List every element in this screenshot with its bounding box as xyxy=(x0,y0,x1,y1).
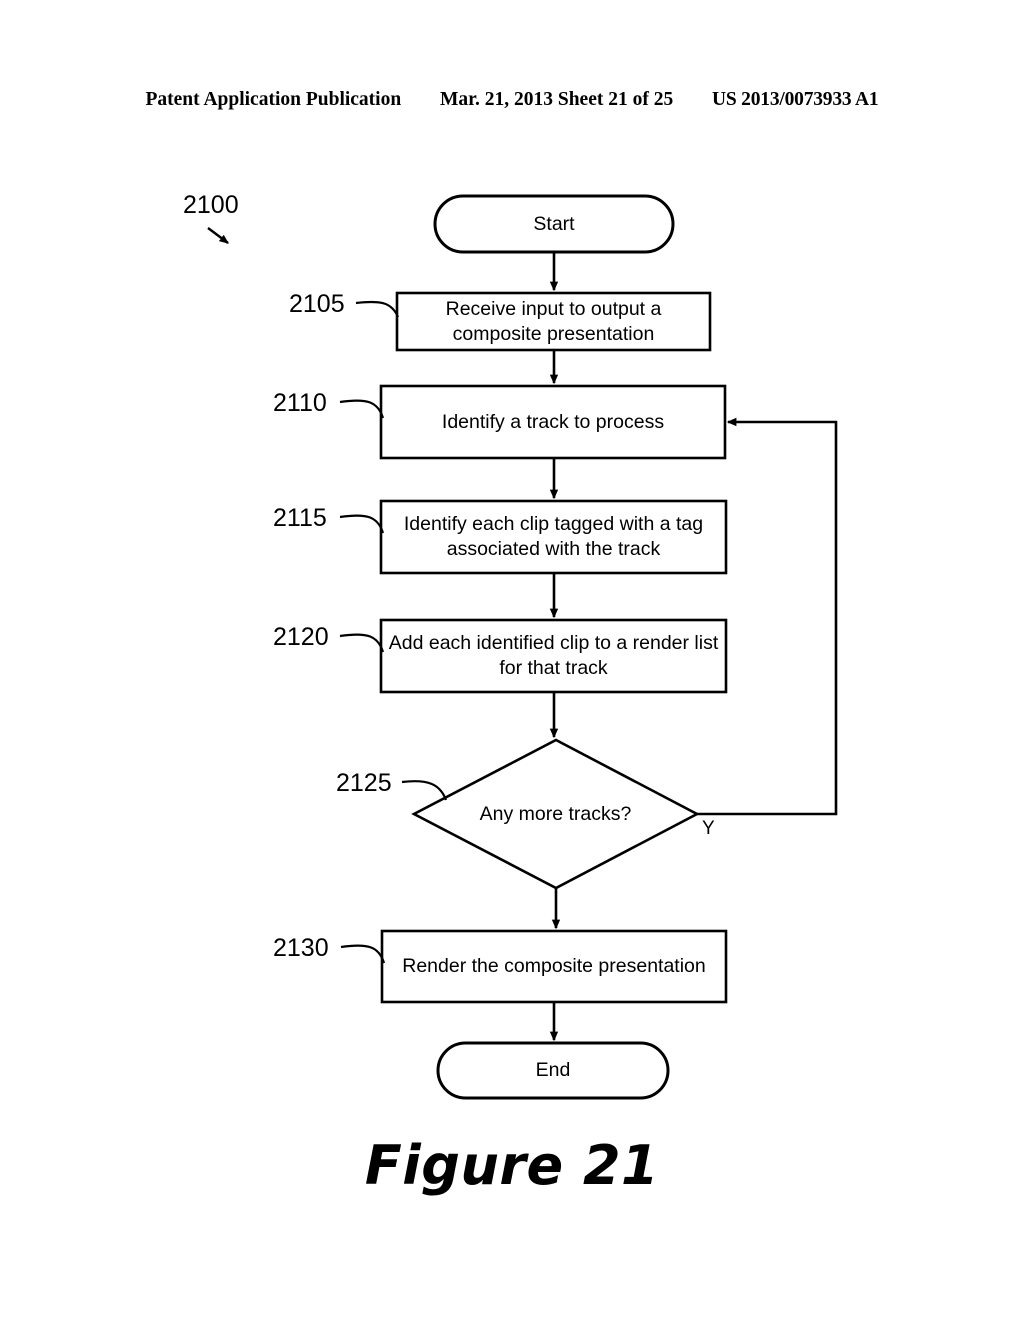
leadline-2120 xyxy=(339,633,385,653)
node-2105 xyxy=(395,291,712,352)
node-2130 xyxy=(380,929,728,1004)
ref-label-2110: 2110 xyxy=(273,389,327,417)
node-start xyxy=(433,194,675,254)
figure-caption: Figure 21 xyxy=(364,1134,660,1197)
connector-feedback-loop xyxy=(697,417,838,816)
node-2115 xyxy=(379,499,728,575)
ref-label-2125: 2125 xyxy=(336,769,392,797)
ref-label-2120: 2120 xyxy=(273,623,329,651)
ref-label-2105: 2105 xyxy=(289,290,345,318)
leadline-2105 xyxy=(355,300,400,318)
ref-label-2115: 2115 xyxy=(273,504,327,532)
flowchart-diagram xyxy=(207,194,838,1100)
leadline-2125 xyxy=(401,780,448,801)
ref-label-2130: 2130 xyxy=(273,934,329,962)
branch-label-yes: Y xyxy=(702,818,715,839)
ref-label-2100: 2100 xyxy=(183,191,239,219)
node-2125 xyxy=(411,738,700,890)
node-2110 xyxy=(379,384,727,460)
node-2120 xyxy=(379,618,728,694)
patent-page: Patent Application Publication Mar. 21, … xyxy=(0,0,1024,1320)
process-ref-arrow xyxy=(207,227,229,244)
node-end xyxy=(436,1041,670,1100)
leadline-2130 xyxy=(340,944,386,964)
leadline-2110 xyxy=(339,399,385,419)
leadline-2115 xyxy=(339,514,385,534)
